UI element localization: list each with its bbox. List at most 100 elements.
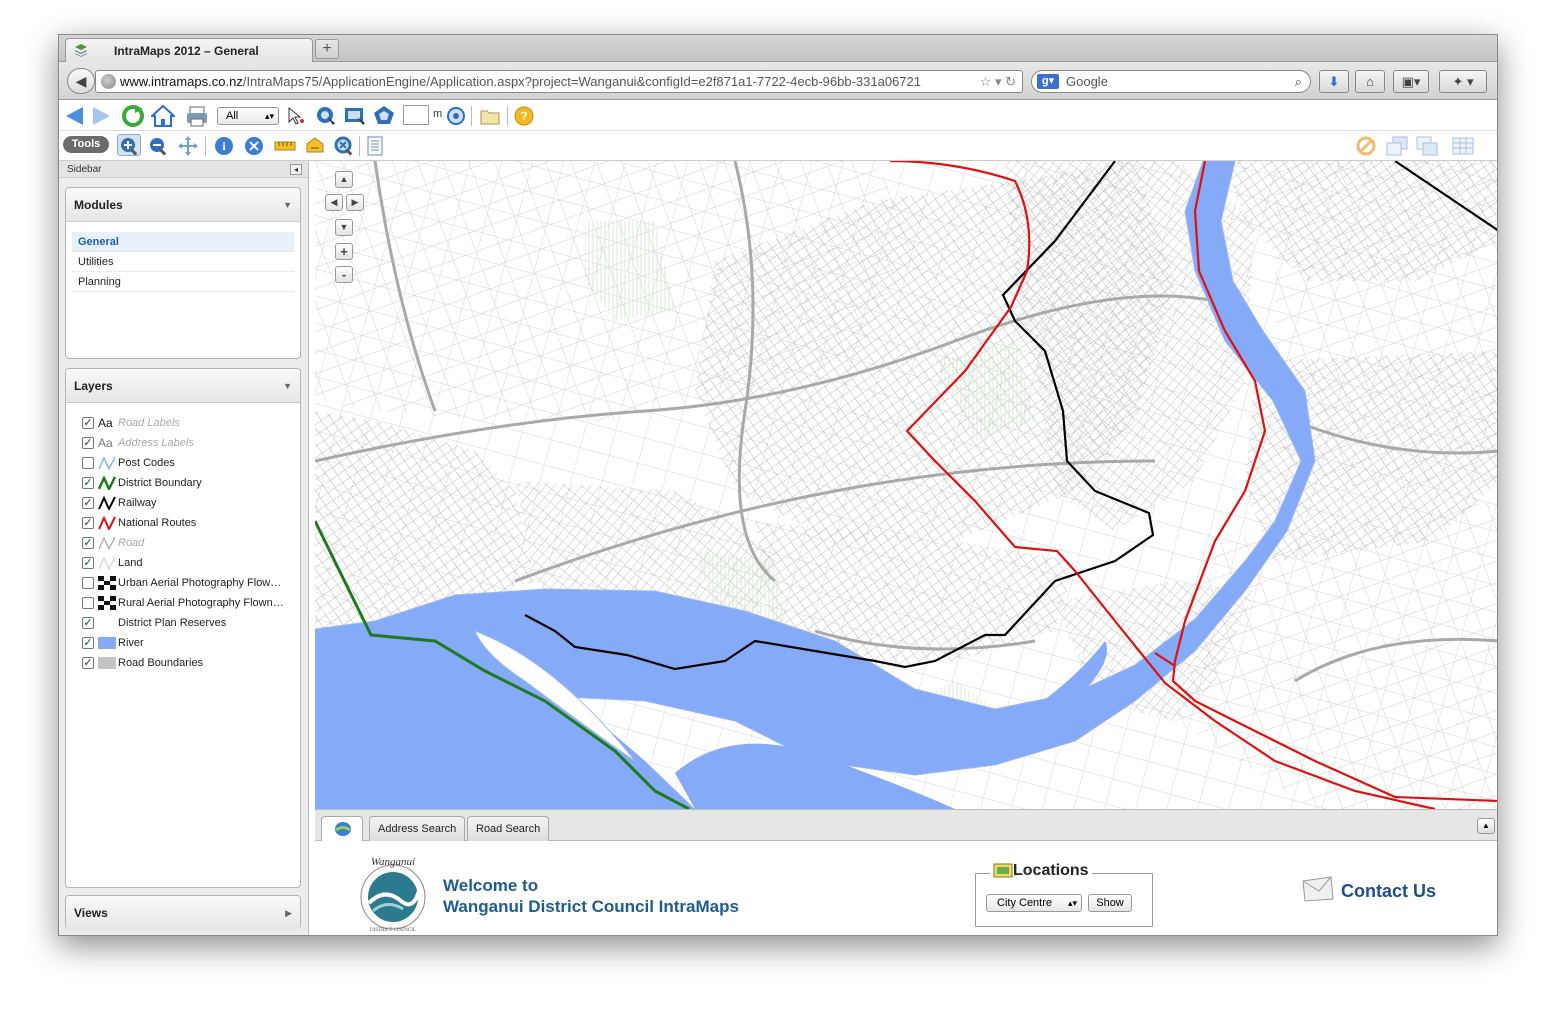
minus-icon: - [341,267,347,282]
layers-icon [75,44,87,57]
layer-checkbox[interactable]: ✓ [82,637,94,649]
zoom-previous-icon [1386,136,1408,156]
map-zoom-in-button[interactable]: + [335,243,353,260]
welcome-heading: Welcome to Wanganui District Council Int… [443,875,739,917]
browser-tab[interactable]: IntraMaps 2012 – General [65,38,313,63]
info-icon[interactable]: i [213,135,235,157]
tab-address-search[interactable]: Address Search [369,816,466,842]
map-zoom-out-button[interactable]: - [335,266,353,283]
tab-road-search[interactable]: Road Search [467,816,550,842]
show-location-button[interactable]: Show [1088,894,1132,912]
pan-down-button[interactable]: ▼ [335,219,353,236]
layer-label: Railway [118,497,157,509]
toolbar-divider [471,106,472,126]
layer-checkbox[interactable]: ✓ [82,417,94,429]
bookmarks-button[interactable]: ▣▾ [1393,70,1429,93]
line-symbol-icon [98,456,116,470]
layer-checkbox[interactable]: ✓ [82,477,94,489]
layer-checkbox[interactable]: ✓ [82,517,94,529]
welcome-panel: Wanganui DISTRICT COUNCIL Welcome to Wan… [315,841,1497,935]
arrow-right-icon: ▶ [351,197,359,207]
layer-checkbox[interactable] [82,457,94,469]
select-scope[interactable]: All ▴▾ [217,107,279,125]
layer-label: District Boundary [118,477,202,489]
arrow-up-icon: ▲ [339,174,349,184]
layer-post-codes: Post Codes [66,453,300,473]
line-symbol-icon [98,476,116,490]
module-utilities[interactable]: Utilities [72,252,294,272]
select-pointer-icon[interactable] [285,106,307,126]
zoom-out-icon[interactable] [147,135,169,157]
locations-legend: Locations [990,862,1092,880]
council-logo: Wanganui DISTRICT COUNCIL [360,856,426,933]
location-select[interactable]: City Centre ▴▾ [986,894,1082,912]
download-button[interactable]: ⬇ [1319,70,1349,93]
layer-address-labels: ✓ Aa Address Labels [66,433,300,453]
select-scope-value: All [226,110,239,122]
map-canvas[interactable]: ▲ ◀ ▶ ▼ + - [315,161,1498,809]
layer-district-plan-reserves: ✓ District Plan Reserves [66,613,300,633]
home-icon[interactable] [151,104,175,128]
modules-panel-title[interactable]: Modules ▼ [66,188,300,222]
pan-icon[interactable] [177,135,199,157]
scale-input[interactable] [403,105,429,125]
contact-us-link[interactable]: Contact Us [1302,876,1436,902]
home-button[interactable]: ⌂ [1355,70,1385,93]
expand-panel-button[interactable]: ▲ [1477,818,1495,834]
measure-area-icon[interactable] [303,136,327,156]
chevron-down-icon: ▴▾ [1067,898,1077,908]
select-rectangle-icon[interactable] [343,105,367,127]
zoom-in-icon[interactable] [117,134,141,156]
layer-label: Urban Aerial Photography Flow… [118,577,282,589]
map-svg[interactable] [315,161,1498,809]
report-icon[interactable] [365,135,385,157]
folder-icon[interactable] [479,106,501,126]
module-general[interactable]: General [72,232,294,252]
back-button[interactable]: ◀ [67,68,95,94]
layer-checkbox[interactable]: ✓ [82,557,94,569]
print-icon[interactable] [185,105,209,127]
new-tab-button[interactable]: + [315,39,339,59]
bookmark-star-icon[interactable]: ☆ ▾ ↻ [980,71,1016,92]
select-circle-icon[interactable] [315,105,337,127]
help-icon[interactable]: ? [513,105,535,127]
pan-left-button[interactable]: ◀ [325,194,343,211]
line-symbol-icon [98,516,116,530]
tools-menu-button[interactable]: ✦ ▾ [1439,70,1487,93]
fill-swatch-icon [98,657,116,669]
views-panel-title[interactable]: Views ▶ [66,896,300,930]
pan-right-button[interactable]: ▶ [346,194,364,211]
layer-checkbox[interactable] [82,597,94,609]
layer-checkbox[interactable]: ✓ [82,657,94,669]
back-arrow-icon: ◀ [75,73,87,89]
tab-home[interactable] [321,816,363,842]
clear-selection-icon[interactable] [243,135,265,157]
layers-panel-title[interactable]: Layers ▼ [66,369,300,403]
layer-checkbox[interactable] [82,577,94,589]
search-bar[interactable]: g▾ Google ⌕ [1031,70,1311,93]
tools-button[interactable]: Tools [63,136,109,153]
pan-up-button[interactable]: ▲ [335,171,353,188]
fill-swatch-icon [98,637,116,649]
globe-icon [101,74,116,89]
module-planning[interactable]: Planning [72,272,294,292]
layer-label: Address Labels [118,437,194,449]
collapse-sidebar-button[interactable]: ◂ [290,164,302,175]
go-scale-icon[interactable] [446,106,466,126]
select-polygon-icon[interactable] [373,105,397,127]
forward-arrow-icon[interactable] [91,105,113,127]
toolbar-divider [359,136,360,156]
back-arrow-icon[interactable] [63,105,85,127]
double-chevron-left-icon: ◂ [293,165,298,174]
layer-checkbox[interactable]: ✓ [82,497,94,509]
search-icon[interactable]: ⌕ [1295,71,1302,92]
arrow-left-icon: ◀ [330,197,338,207]
layer-checkbox[interactable]: ✓ [82,437,94,449]
address-bar[interactable]: www.intramaps.co.nz/IntraMaps75/Applicat… [95,70,1023,93]
zoom-to-selection-icon[interactable] [333,135,355,157]
chevron-down-icon: ▼ [283,200,292,210]
layer-checkbox[interactable]: ✓ [82,617,94,629]
layer-checkbox[interactable]: ✓ [82,537,94,549]
refresh-icon[interactable] [121,104,145,128]
measure-distance-icon[interactable] [273,137,297,155]
